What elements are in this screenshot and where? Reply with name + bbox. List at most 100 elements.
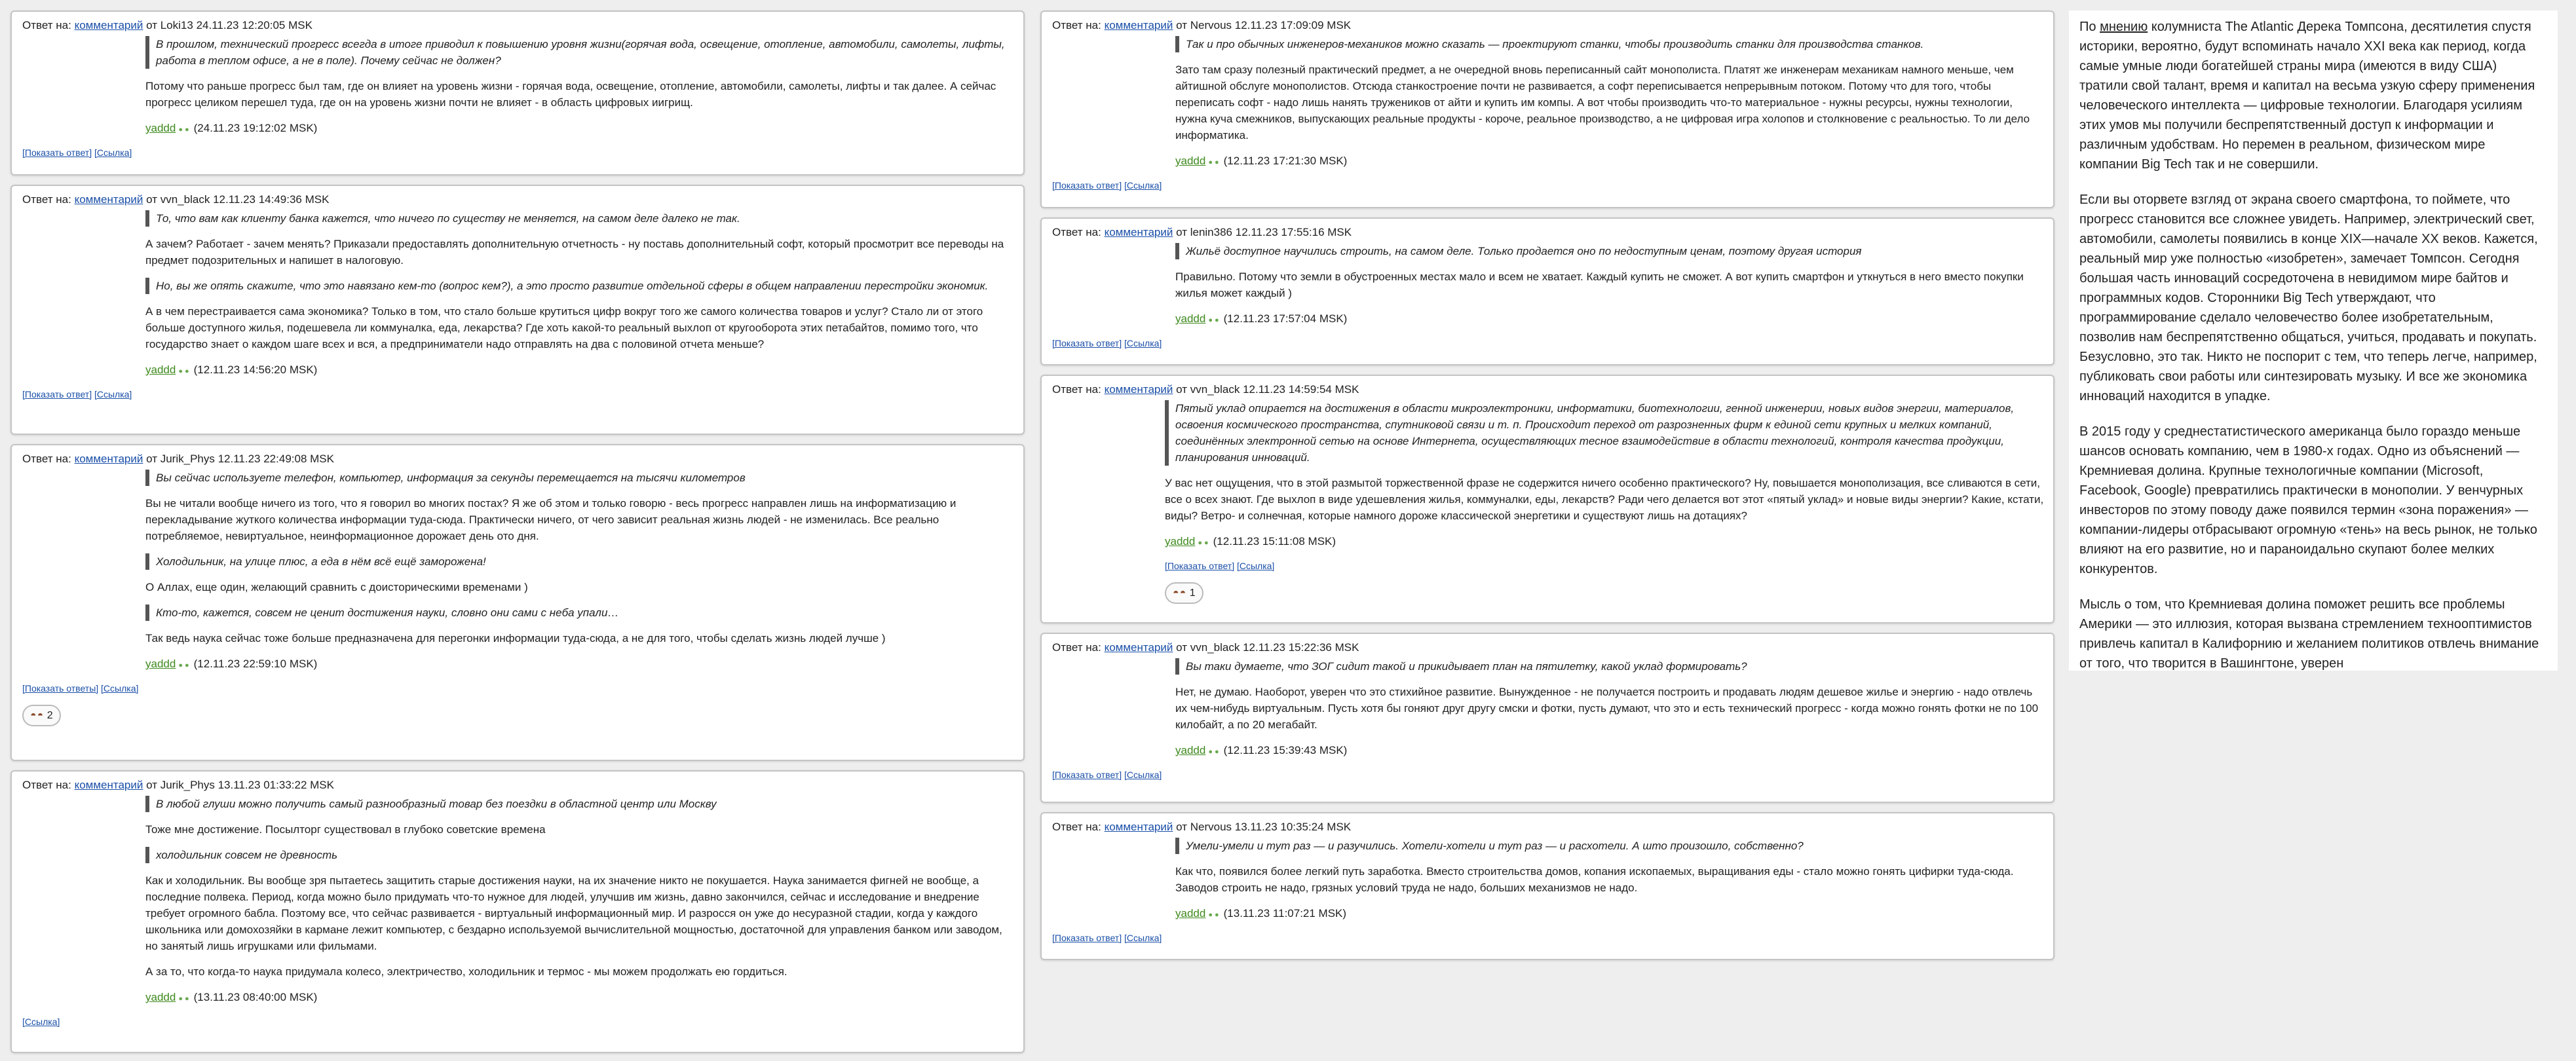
show-reply-link[interactable]: [Показать ответ] [1165,561,1234,571]
reply-to-comment-link[interactable]: комментарий [1105,19,1173,31]
reply-to-author: Jurik_Phys [160,453,215,465]
comment: Ответ на: комментарий от Nervous 12.11.2… [1040,10,2055,208]
comment-links: [Показать ответ] [Ссылка] [1052,177,2045,194]
author-link[interactable]: yaddd [145,991,176,1003]
comment-time: (12.11.23 22:59:10 MSK) [193,658,318,670]
reply-to-time: 13.11.23 10:35:24 MSK [1234,821,1352,833]
permalink[interactable]: [Ссылка] [101,683,138,694]
reply-to-author: vvn_black [1190,641,1240,654]
permalink[interactable]: [Ссылка] [1124,338,1162,348]
stars-icon: ●● [1198,539,1211,547]
permalink[interactable]: [Ссылка] [1124,933,1162,943]
reply-to-time: 12.11.23 14:49:36 MSK [213,193,330,206]
author-link[interactable]: yaddd [1175,907,1205,920]
reaction-count: 2 [47,710,53,721]
signature: yaddd ●● (12.11.23 15:39:43 MSK) [1175,742,2045,760]
reply-to-author: Jurik_Phys [160,779,215,791]
article-paragraph: Мысль о том, что Кремниевая долина помож… [2079,597,2539,671]
show-reply-link[interactable]: [Показать ответ] [22,147,92,158]
comment-header: Ответ на: комментарий от Nervous 13.11.2… [1052,821,1352,833]
reply-to-comment-link[interactable]: комментарий [75,19,143,31]
comment-text: Потому что раньше прогресс был там, где … [145,80,996,109]
comments-column-middle: Ответ на: комментарий от Nervous 12.11.2… [1040,10,2055,969]
reaction-button[interactable]: ◓◓ 1 [1165,582,1203,604]
comment: Ответ на: комментарий от vvn_black 12.11… [10,185,1025,435]
comment-text: Зато там сразу полезный практический пре… [1175,64,2030,141]
comment-header: Ответ на: комментарий от vvn_black 12.11… [1052,641,1359,654]
pie-reaction-icon: ◓◓ [1173,587,1187,599]
comment-links: [Показать ответы] [Ссылка] [22,680,1015,697]
stars-icon: ●● [1208,911,1221,919]
comment: Ответ на: комментарий от Nervous 13.11.2… [1040,812,2055,960]
comment-links: [Показать ответ] [Ссылка] [1052,767,2045,783]
comment-header: Ответ на: комментарий от Nervous 12.11.2… [1052,19,1352,31]
signature: yaddd ●● (13.11.23 08:40:00 MSK) [145,989,1015,1007]
quote: В любой глуши можно получить самый разно… [145,796,1015,812]
comment-header: Ответ на: комментарий от lenin386 12.11.… [1052,226,1352,238]
author-link[interactable]: yaddd [1175,744,1205,756]
comment-text: Тоже мне достижение. Посылторг существов… [145,823,546,836]
reply-to-author: lenin386 [1190,226,1232,238]
article-paragraph: Если вы оторвете взгляд от экрана своего… [2079,193,2538,403]
permalink[interactable]: [Ссылка] [22,1016,60,1027]
comment: Ответ на: комментарий от Loki13 24.11.23… [10,10,1025,176]
reply-to-comment-link[interactable]: комментарий [1105,641,1173,654]
reply-to-comment-link[interactable]: комментарий [75,453,143,465]
comment: Ответ на: комментарий от lenin386 12.11.… [1040,217,2055,365]
author-link[interactable]: yaddd [1175,155,1205,167]
comment: Ответ на: комментарий от vvn_black 12.11… [1040,633,2055,803]
reply-to-comment-link[interactable]: комментарий [75,779,143,791]
opinion-link[interactable]: мнению [2100,20,2148,34]
comment-links: [Показать ответ] [Ссылка] [1052,335,2045,352]
show-reply-link[interactable]: [Показать ответ] [1052,338,1122,348]
permalink[interactable]: [Ссылка] [1237,561,1274,571]
permalink[interactable]: [Ссылка] [1124,770,1162,780]
author-link[interactable]: yaddd [1165,535,1195,548]
permalink[interactable]: [Ссылка] [94,389,132,400]
comment-time: (12.11.23 14:56:20 MSK) [193,363,318,376]
comment-header: Ответ на: комментарий от vvn_black 12.11… [1052,383,1359,396]
comment-time: (13.11.23 11:07:21 MSK) [1223,907,1347,920]
reaction-button[interactable]: ◓◓ 2 [22,705,61,726]
show-reply-link[interactable]: [Показать ответ] [1052,933,1122,943]
quote: Умели-умели и тут раз — и разучились. Хо… [1175,838,2045,854]
comment-time: (12.11.23 15:11:08 MSK) [1213,535,1336,548]
permalink[interactable]: [Ссылка] [1124,180,1162,191]
author-link[interactable]: yaddd [1175,312,1205,325]
comment: Ответ на: комментарий от vvn_black 12.11… [1040,375,2055,624]
author-link[interactable]: yaddd [145,658,176,670]
reply-to-comment-link[interactable]: комментарий [1105,821,1173,833]
quote: холодильник совсем не древность [145,847,1015,863]
reply-to-comment-link[interactable]: комментарий [1105,226,1173,238]
author-link[interactable]: yaddd [145,363,176,376]
comment-header: Ответ на: комментарий от Jurik_Phys 13.1… [22,779,334,791]
reply-to-author: Nervous [1190,821,1232,833]
reply-to-time: 12.11.23 17:09:09 MSK [1234,19,1352,31]
reply-to-comment-link[interactable]: комментарий [1105,383,1173,396]
show-reply-link[interactable]: [Показать ответ] [1052,770,1122,780]
stars-icon: ●● [178,661,191,669]
quote: Вы сейчас используете телефон, компьютер… [145,470,1015,486]
permalink[interactable]: [Ссылка] [94,147,132,158]
author-link[interactable]: yaddd [145,122,176,134]
show-reply-link[interactable]: [Показать ответ] [1052,180,1122,191]
comment-links: [Показать ответ] [Ссылка] [1165,558,2045,574]
article-panel: По мнению колумниста The Atlantic Дерека… [2069,10,2558,671]
reply-to-time: 13.11.23 01:33:22 MSK [218,779,334,791]
comment-text: Нет, не думаю. Наоборот, уверен что это … [1175,686,2039,731]
reply-to-time: 12.11.23 17:55:16 MSK [1235,226,1352,238]
stars-icon: ●● [178,126,191,134]
quote: Пятый уклад опирается на достижения в об… [1165,400,2045,466]
reply-to-time: 24.11.23 12:20:05 MSK [196,19,313,31]
show-reply-link[interactable]: [Показать ответ] [22,389,92,400]
comment-links: [Показать ответ] [Ссылка] [22,386,1015,403]
reply-to-time: 12.11.23 14:59:54 MSK [1243,383,1359,396]
comment-time: (12.11.23 17:21:30 MSK) [1223,155,1348,167]
comment-links: [Показать ответ] [Ссылка] [1052,930,2045,946]
stars-icon: ●● [178,367,191,375]
signature: yaddd ●● (12.11.23 17:57:04 MSK) [1175,310,2045,329]
comment-time: (13.11.23 08:40:00 MSK) [193,991,318,1003]
show-replies-link[interactable]: [Показать ответы] [22,683,98,694]
quote: В прошлом, технический прогресс всегда в… [145,36,1015,69]
reply-to-comment-link[interactable]: комментарий [75,193,143,206]
